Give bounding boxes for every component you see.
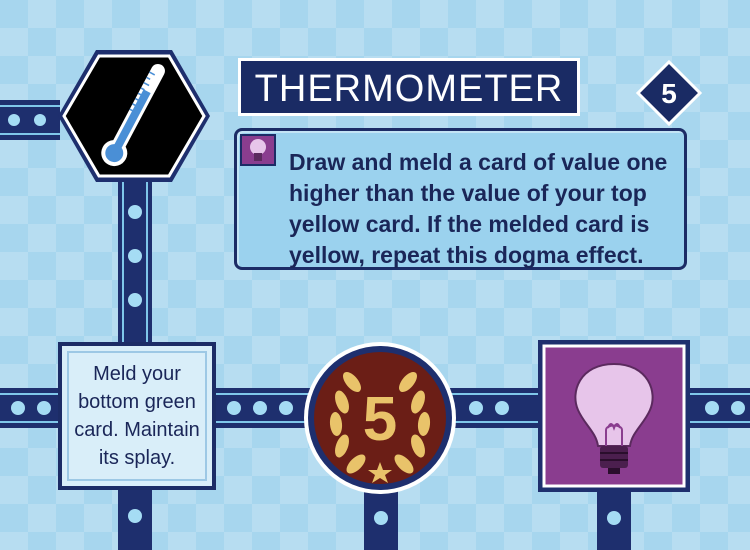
lightbulb-icon	[240, 134, 276, 166]
dogma-box: Draw and meld a card of value one higher…	[234, 128, 687, 270]
ornament-band-top-left	[0, 100, 60, 140]
thermometer-icon	[58, 50, 210, 182]
lightbulb-icon	[538, 340, 690, 492]
ornament-band-vertical-center	[364, 490, 398, 550]
medal-value: 5	[363, 385, 397, 454]
ornament-band-vertical-left-bottom	[118, 488, 152, 550]
ornament-band-vertical-right	[597, 490, 631, 550]
ornament-band-vertical-left	[118, 176, 152, 346]
laurel-medal-icon: 5	[304, 342, 456, 494]
card-title-box: THERMOMETER	[238, 58, 580, 116]
echo-effect-box: Meld your bottom green card. Maintain it…	[58, 342, 216, 490]
age-value: 5	[661, 78, 677, 109]
card-title: THERMOMETER	[254, 68, 564, 110]
age-badge: 5	[636, 60, 702, 126]
dogma-text: Draw and meld a card of value one higher…	[289, 149, 668, 268]
echo-effect-text: Meld your bottom green card. Maintain it…	[74, 363, 200, 469]
